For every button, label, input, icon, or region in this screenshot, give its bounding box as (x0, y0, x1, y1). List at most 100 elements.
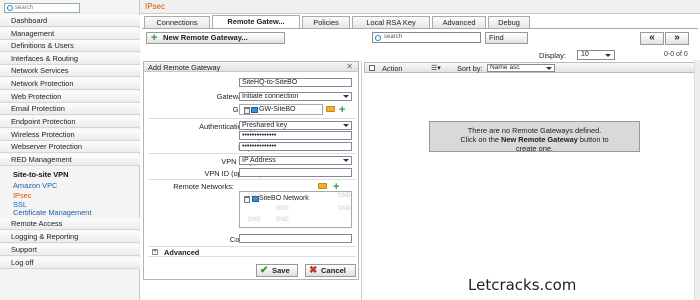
chevron-down-icon (343, 159, 349, 162)
vpn-id-field[interactable] (239, 168, 352, 177)
sidebar-item-webserver-protection[interactable]: Webserver Protection (0, 141, 140, 153)
repeat-key-field[interactable]: •••••••••••••• (239, 142, 352, 151)
sidebar-item-network-services[interactable]: Network Services (0, 65, 140, 77)
tab-local-rsa-key[interactable]: Local RSA Key (352, 16, 430, 28)
trash-icon[interactable] (244, 107, 250, 114)
result-count: 0-0 of 0 (664, 51, 688, 58)
gateway-type-select[interactable]: Initiate connection (239, 92, 352, 101)
tab-connections[interactable]: Connections (144, 16, 210, 28)
sidebar-item-network-protection[interactable]: Network Protection (0, 78, 140, 90)
sort-by-value: Name asc (490, 64, 520, 71)
display-label: Display: (539, 51, 567, 60)
page-title: IPsec (145, 2, 166, 11)
sort-by-label: Sort by: (457, 64, 483, 73)
empty-line-3: create one. (516, 144, 553, 153)
sidebar-item-endpoint-protection[interactable]: Endpoint Protection (0, 116, 140, 128)
filter-placeholder: search (384, 34, 403, 40)
add-icon[interactable]: + (333, 182, 339, 193)
sidebar-item-management[interactable]: Management (0, 28, 140, 40)
save-button[interactable]: ✔ Save (256, 264, 298, 277)
sidebar-item-dashboard[interactable]: Dashboard (0, 15, 140, 27)
advanced-section-toggle[interactable]: + Advanced (148, 246, 356, 257)
sidebar-item-log-off[interactable]: Log off (0, 257, 140, 269)
chevron-down-icon (605, 54, 611, 57)
gateway-value: GW-SiteBO (259, 106, 296, 113)
folder-icon[interactable] (318, 183, 327, 189)
vpn-id-type-select[interactable]: IP Address (239, 156, 352, 165)
header-bar: IPsec (140, 0, 700, 14)
empty-state-message: There are no Remote Gateways defined. Cl… (429, 121, 640, 153)
tab-remote-gateways[interactable]: Remote Gatew... (212, 15, 300, 29)
sidebar-item-red-management[interactable]: RED Management (0, 154, 140, 166)
form-title-bar: Add Remote Gateway ✕ (144, 62, 358, 72)
sidebar-item-email-protection[interactable]: Email Protection (0, 103, 140, 115)
sidebar-item-remote-access[interactable]: Remote Access (0, 218, 140, 230)
network-icon (252, 196, 259, 202)
plus-icon: + (151, 32, 158, 44)
cancel-button-label: Cancel (321, 266, 346, 275)
comment-field[interactable] (239, 234, 352, 243)
save-button-label: Save (272, 266, 290, 275)
new-remote-gateway-label: New Remote Gateway... (163, 33, 248, 42)
panel-divider (361, 61, 362, 300)
chevron-down-icon (546, 67, 552, 70)
checkmark-icon: ✔ (260, 265, 269, 276)
sidebar-item-web-protection[interactable]: Web Protection (0, 91, 140, 103)
tab-policies[interactable]: Policies (302, 16, 350, 28)
name-field[interactable]: SiteHQ-to-SiteBO (239, 78, 352, 87)
sidebar-section-site-to-site-vpn[interactable]: Site-to-site VPN (13, 170, 68, 180)
sidebar-search-input[interactable]: search (4, 3, 80, 13)
find-button[interactable]: Find (485, 32, 528, 44)
advanced-label: Advanced (164, 248, 200, 257)
empty-line-2-prefix: Click on the (460, 135, 502, 144)
empty-line-2-suffix: button to (577, 135, 609, 144)
separator (148, 153, 356, 154)
sidebar-item-amazon-vpc[interactable]: Amazon VPC (13, 181, 57, 191)
sidebar-item-logging-reporting[interactable]: Logging & Reporting (0, 231, 140, 243)
scrollbar[interactable] (694, 60, 700, 300)
network-icon (251, 107, 258, 113)
folder-icon[interactable] (326, 106, 335, 112)
authentication-type-select[interactable]: Preshared key (239, 121, 352, 130)
dnd-hint: DND (248, 217, 261, 223)
gateway-drop-field[interactable]: GW-SiteBO (239, 104, 323, 115)
sidebar-item-wireless-protection[interactable]: Wireless Protection (0, 129, 140, 141)
vpn-id-type-value: IP Address (242, 157, 276, 164)
cross-icon: ✖ (309, 265, 318, 276)
next-page-button[interactable]: » (665, 32, 689, 45)
add-icon[interactable]: + (339, 105, 345, 116)
close-icon[interactable]: ✕ (346, 62, 353, 71)
sidebar-item-interfaces-routing[interactable]: Interfaces & Routing (0, 53, 140, 65)
display-count-select[interactable]: 10 (577, 50, 615, 60)
tab-divider (142, 28, 698, 29)
authentication-type-value: Preshared key (242, 122, 288, 129)
sidebar-item-certificate-management[interactable]: Certificate Management (13, 208, 91, 218)
list-menu-icon[interactable]: ☰▾ (431, 64, 441, 72)
new-remote-gateway-button[interactable]: + New Remote Gateway... (146, 32, 285, 44)
empty-line-2: Click on the New Remote Gateway button t… (430, 135, 639, 144)
list-header: Action ☰▾ Sort by: Name asc (364, 62, 698, 73)
sidebar-item-definitions-users[interactable]: Definitions & Users (0, 40, 140, 52)
tab-advanced[interactable]: Advanced (432, 16, 486, 28)
form-title: Add Remote Gateway (148, 63, 221, 72)
trash-icon[interactable] (244, 196, 250, 203)
key-field[interactable]: •••••••••••••• (239, 131, 352, 140)
filter-search-input[interactable]: search (372, 32, 481, 43)
dnd-hint: DND (276, 217, 289, 223)
display-count-value: 10 (581, 51, 589, 58)
cancel-button[interactable]: ✖ Cancel (305, 264, 356, 277)
remote-network-item: SiteBO Network (259, 195, 309, 202)
remote-networks-label: Remote Networks: (173, 182, 234, 191)
remote-networks-box[interactable]: DND DND DND DND DND DND SiteBO Network (239, 191, 352, 228)
chevron-down-icon (343, 95, 349, 98)
select-all-checkbox[interactable] (369, 65, 375, 71)
separator (148, 179, 356, 180)
dnd-hint: DND (338, 193, 351, 199)
watermark-text: Letcracks.com (468, 276, 577, 294)
search-icon (7, 5, 13, 11)
tab-debug[interactable]: Debug (488, 16, 530, 28)
search-icon (375, 35, 381, 41)
sidebar-item-support[interactable]: Support (0, 244, 140, 256)
sort-by-select[interactable]: Name asc (487, 64, 555, 72)
previous-page-button[interactable]: « (640, 32, 664, 45)
